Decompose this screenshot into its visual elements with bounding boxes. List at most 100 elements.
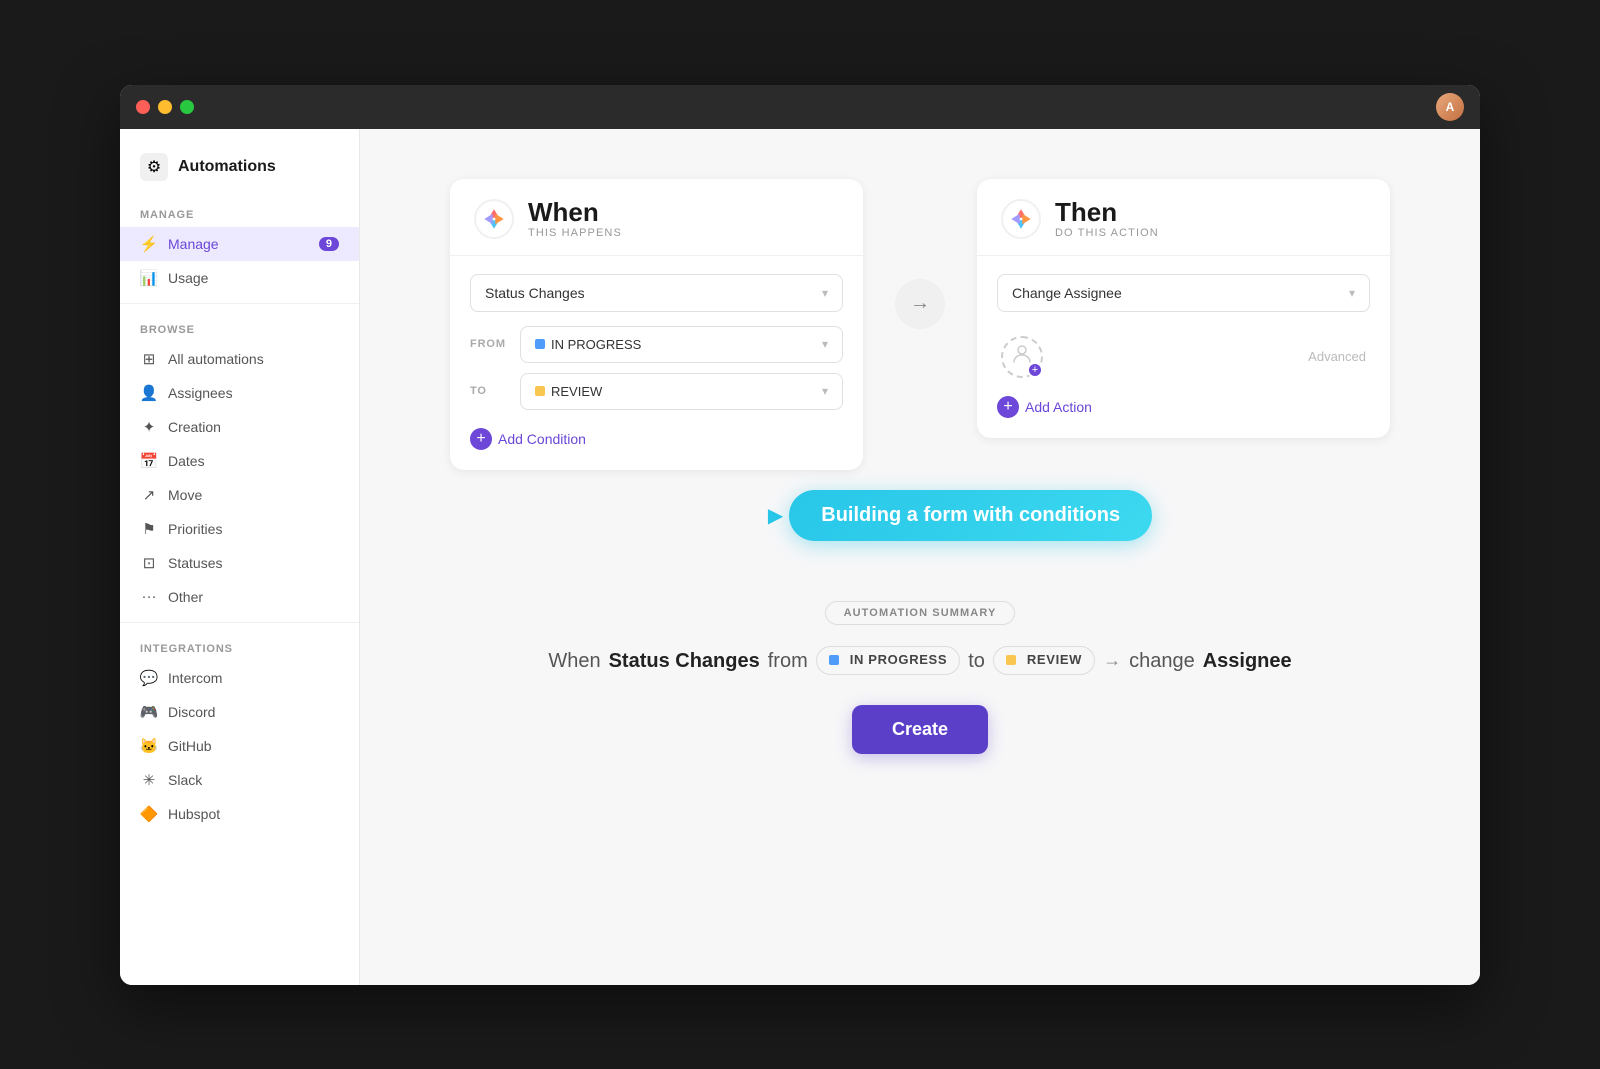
sidebar-item-hubspot[interactable]: 🔶 Hubspot — [120, 797, 359, 831]
sidebar-item-priorities[interactable]: ⚑ Priorities — [120, 512, 359, 546]
summary-section: AUTOMATION SUMMARY When Status Changes f… — [450, 601, 1390, 754]
sidebar-item-usage-label: Usage — [168, 270, 208, 286]
then-card-title-group: Then DO THIS ACTION — [1055, 199, 1159, 239]
add-action-button[interactable]: + Add Action — [997, 388, 1092, 418]
to-value: REVIEW — [551, 384, 602, 399]
dates-icon: 📅 — [140, 452, 158, 470]
sidebar-item-intercom[interactable]: 💬 Intercom — [120, 661, 359, 695]
sidebar-item-dates[interactable]: 📅 Dates — [120, 444, 359, 478]
tooltip-arrow-icon: ▶ — [768, 503, 783, 528]
assignee-avatar[interactable]: + — [1001, 336, 1043, 378]
from-dropdown[interactable]: IN PROGRESS ▾ — [520, 326, 843, 363]
sidebar-item-manage[interactable]: ⚡ Manage 9 — [120, 227, 359, 261]
close-button[interactable] — [136, 100, 150, 114]
sidebar-item-intercom-label: Intercom — [168, 670, 222, 686]
tooltip-text: Building a form with conditions — [821, 504, 1120, 526]
when-subtitle: THIS HAPPENS — [528, 227, 622, 239]
from-row: FROM IN PROGRESS ▾ — [470, 326, 843, 363]
add-action-plus-icon: + — [997, 396, 1019, 418]
sidebar-item-usage[interactable]: 📊 Usage — [120, 261, 359, 295]
summary-in-progress-dot — [829, 655, 839, 665]
priorities-icon: ⚑ — [140, 520, 158, 538]
add-action-label: Add Action — [1025, 399, 1092, 415]
then-brand-logo — [1001, 199, 1041, 239]
sidebar-item-statuses-label: Statuses — [168, 555, 222, 571]
summary-status-changes: Status Changes — [609, 645, 760, 677]
when-card: When THIS HAPPENS Status Changes ▾ FROM — [450, 179, 863, 470]
to-status-dot — [535, 386, 545, 396]
add-condition-label: Add Condition — [498, 431, 586, 447]
when-card-title-group: When THIS HAPPENS — [528, 199, 622, 239]
add-condition-button[interactable]: + Add Condition — [470, 420, 586, 450]
sidebar-item-creation-label: Creation — [168, 419, 221, 435]
sidebar-item-assignees[interactable]: 👤 Assignees — [120, 376, 359, 410]
summary-review-badge: REVIEW — [993, 646, 1095, 675]
to-dropdown[interactable]: REVIEW ▾ — [520, 373, 843, 410]
summary-review-text: REVIEW — [1027, 650, 1082, 671]
app-body: ⚙ Automations MANAGE ⚡ Manage 9 📊 Usage … — [120, 129, 1480, 985]
minimize-button[interactable] — [158, 100, 172, 114]
assignee-picker: + Advanced — [997, 326, 1370, 388]
section-label-manage: MANAGE — [120, 197, 359, 227]
slack-icon: ✳ — [140, 771, 158, 789]
sidebar: ⚙ Automations MANAGE ⚡ Manage 9 📊 Usage … — [120, 129, 360, 985]
summary-assignee: Assignee — [1203, 645, 1292, 677]
trigger-dropdown[interactable]: Status Changes ▾ — [470, 274, 843, 312]
divider-1 — [120, 303, 359, 304]
sidebar-item-hubspot-label: Hubspot — [168, 806, 220, 822]
creation-icon: ✦ — [140, 418, 158, 436]
usage-icon: 📊 — [140, 269, 158, 287]
titlebar: A — [120, 85, 1480, 129]
section-label-browse: BROWSE — [120, 312, 359, 342]
when-title: When — [528, 199, 622, 225]
action-dropdown[interactable]: Change Assignee ▾ — [997, 274, 1370, 312]
traffic-lights — [136, 100, 194, 114]
to-chevron-icon: ▾ — [822, 384, 828, 398]
from-status-dot — [535, 339, 545, 349]
from-label: FROM — [470, 338, 510, 350]
manage-badge: 9 — [319, 237, 339, 251]
advanced-link[interactable]: Advanced — [1308, 349, 1366, 364]
arrow-circle: → — [895, 279, 945, 329]
hubspot-icon: 🔶 — [140, 805, 158, 823]
sidebar-item-all-label: All automations — [168, 351, 264, 367]
main-content: When THIS HAPPENS Status Changes ▾ FROM — [360, 129, 1480, 985]
sidebar-item-github-label: GitHub — [168, 738, 212, 754]
assignee-plus-icon: + — [1027, 362, 1043, 378]
statuses-icon: ⊡ — [140, 554, 158, 572]
sidebar-item-creation[interactable]: ✦ Creation — [120, 410, 359, 444]
sidebar-title: Automations — [178, 158, 276, 176]
sidebar-item-other-label: Other — [168, 589, 203, 605]
move-icon: ↗ — [140, 486, 158, 504]
summary-text: When Status Changes from IN PROGRESS to … — [548, 645, 1291, 677]
maximize-button[interactable] — [180, 100, 194, 114]
sidebar-item-other[interactable]: ··· Other — [120, 580, 359, 614]
sidebar-item-discord[interactable]: 🎮 Discord — [120, 695, 359, 729]
other-icon: ··· — [140, 588, 158, 606]
sidebar-item-all-automations[interactable]: ⊞ All automations — [120, 342, 359, 376]
avatar[interactable]: A — [1436, 93, 1464, 121]
summary-in-progress-text: IN PROGRESS — [850, 650, 947, 671]
sidebar-item-manage-label: Manage — [168, 236, 219, 252]
section-label-integrations: INTEGRATIONS — [120, 631, 359, 661]
tooltip-area: ▶ Building a form with conditions — [450, 490, 1390, 541]
sidebar-item-github[interactable]: 🐱 GitHub — [120, 729, 359, 763]
sidebar-item-discord-label: Discord — [168, 704, 215, 720]
sidebar-item-slack[interactable]: ✳ Slack — [120, 763, 359, 797]
summary-from: from — [768, 645, 808, 677]
to-row: TO REVIEW ▾ — [470, 373, 843, 410]
app-logo-icon: ⚙ — [140, 153, 168, 181]
sidebar-item-slack-label: Slack — [168, 772, 202, 788]
trigger-chevron-icon: ▾ — [822, 286, 828, 300]
summary-when: When — [548, 645, 600, 677]
sidebar-item-statuses[interactable]: ⊡ Statuses — [120, 546, 359, 580]
right-arrow-icon: → — [910, 292, 930, 315]
when-brand-logo — [474, 199, 514, 239]
create-button[interactable]: Create — [852, 705, 988, 754]
sidebar-header: ⚙ Automations — [120, 145, 359, 197]
to-label: TO — [470, 385, 510, 397]
sidebar-item-assignees-label: Assignees — [168, 385, 233, 401]
sidebar-item-priorities-label: Priorities — [168, 521, 222, 537]
sidebar-item-move[interactable]: ↗ Move — [120, 478, 359, 512]
manage-icon: ⚡ — [140, 235, 158, 253]
